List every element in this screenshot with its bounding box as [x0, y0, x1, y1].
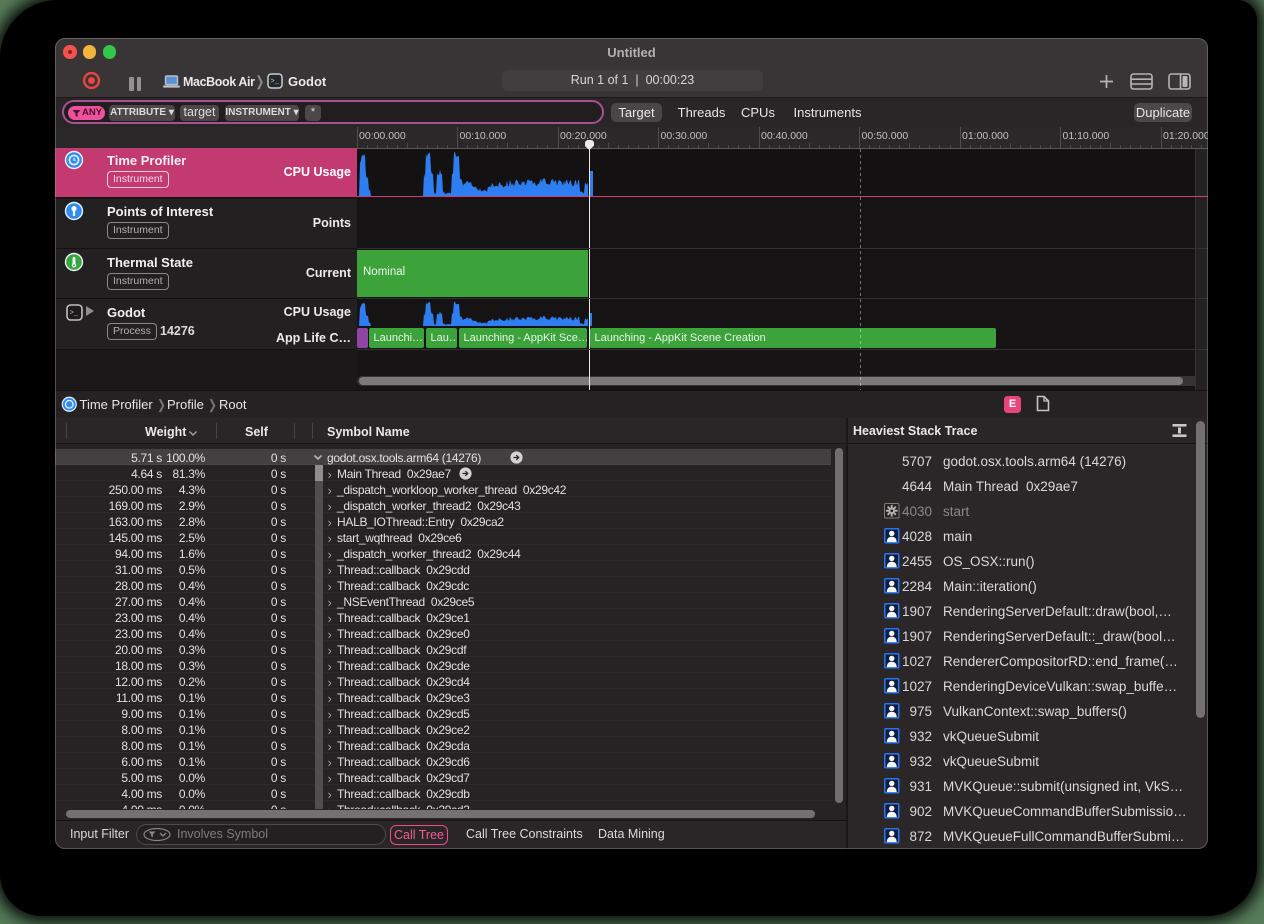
svg-text:>_: >_	[70, 310, 79, 318]
svg-text:>_: >_	[271, 78, 280, 86]
